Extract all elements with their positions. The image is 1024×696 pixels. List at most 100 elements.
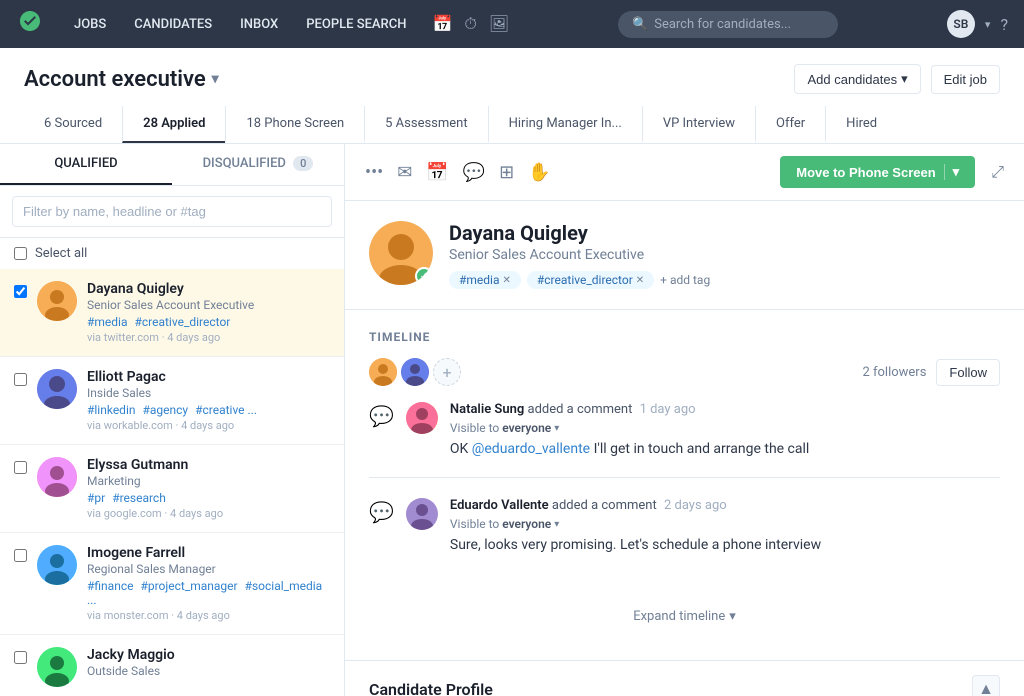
nav-people-search[interactable]: PEOPLE SEARCH xyxy=(296,11,416,38)
left-panel: QUALIFIED DISQUALIFIED 0 Select all xyxy=(0,144,345,696)
comment-visibility-eduardo: Visible to everyone ▾ xyxy=(450,517,1000,531)
candidate-profile-section: Candidate Profile ▲ xyxy=(345,660,1024,696)
calendar-nav-icon[interactable]: 📅 xyxy=(432,14,452,34)
email-icon[interactable]: ✉ xyxy=(397,162,412,183)
filter-input[interactable] xyxy=(12,196,332,227)
tab-offer[interactable]: Offer xyxy=(755,106,825,143)
candidate-detail-name: Dayana Quigley xyxy=(449,221,1000,245)
candidate-info-elliott: Elliott Pagac Inside Sales #linkedin #ag… xyxy=(87,369,330,432)
candidate-name-elliott: Elliott Pagac xyxy=(87,369,330,385)
expand-timeline-caret-icon: ▾ xyxy=(729,609,736,624)
visibility-caret-icon-natalie[interactable]: ▾ xyxy=(554,423,559,434)
comment-author-natalie: Natalie Sung xyxy=(450,402,524,417)
candidate-name-elyssa: Elyssa Gutmann xyxy=(87,457,330,473)
select-all-checkbox[interactable] xyxy=(14,247,27,260)
candidate-tags-imogene: #finance #project_manager #social_media … xyxy=(87,579,330,607)
select-all-row: Select all xyxy=(0,238,344,269)
comment-text-eduardo: Sure, looks very promising. Let's schedu… xyxy=(450,537,1000,553)
candidate-title-jacky: Outside Sales xyxy=(87,664,330,678)
candidate-detail-header: ✓ Dayana Quigley Senior Sales Account Ex… xyxy=(345,201,1024,310)
candidate-tags-elliott: #linkedin #agency #creative ... xyxy=(87,403,330,417)
comment-author-eduardo: Eduardo Vallente xyxy=(450,498,549,513)
follower-avatar-1 xyxy=(369,358,397,386)
help-icon[interactable]: ? xyxy=(1000,15,1008,34)
nav-inbox[interactable]: INBOX xyxy=(230,11,288,38)
visibility-caret-icon-eduardo[interactable]: ▾ xyxy=(554,519,559,530)
title-caret-icon[interactable]: ▾ xyxy=(212,71,219,87)
profile-scroll-up-button[interactable]: ▲ xyxy=(972,675,1000,696)
add-follower-button[interactable]: + xyxy=(433,358,461,386)
tab-hiring-manager[interactable]: Hiring Manager In... xyxy=(488,106,642,143)
comment-time-natalie: 1 day ago xyxy=(640,402,696,417)
tab-hired[interactable]: Hired xyxy=(825,106,897,143)
remove-tag-media[interactable]: ✕ xyxy=(503,275,511,286)
candidate-item-jacky[interactable]: Jacky Maggio Outside Sales xyxy=(0,635,344,696)
disqualified-tab[interactable]: DISQUALIFIED 0 xyxy=(172,144,344,185)
candidate-source-elyssa: via google.com · 4 days ago xyxy=(87,507,330,520)
tab-sourced[interactable]: 6 Sourced xyxy=(24,106,122,143)
comment-avatar-eduardo xyxy=(406,498,438,530)
followers-avatars: + xyxy=(369,358,461,386)
visibility-scope-natalie: everyone xyxy=(502,421,551,435)
move-to-phone-screen-button[interactable]: Move to Phone Screen ▾ xyxy=(780,156,975,188)
candidate-avatar-dayana xyxy=(37,281,77,321)
comment-mention-natalie: @eduardo_vallente xyxy=(472,441,590,457)
tag-creative-director: #creative_director ✕ xyxy=(527,271,654,289)
remove-tag-creative-director[interactable]: ✕ xyxy=(636,275,644,286)
right-panel: ••• ✉ 📅 💬 ⊞ ✋ Move to Phone Screen ▾ ⤢ xyxy=(345,144,1024,696)
tab-phone-screen[interactable]: 18 Phone Screen xyxy=(225,106,364,143)
user-avatar[interactable]: SB xyxy=(947,10,975,38)
right-toolbar: ••• ✉ 📅 💬 ⊞ ✋ Move to Phone Screen ▾ ⤢ xyxy=(345,144,1024,201)
candidate-checkbox-dayana[interactable] xyxy=(14,285,27,298)
candidate-avatar-jacky xyxy=(37,647,77,687)
expand-panel-icon[interactable]: ⤢ xyxy=(991,162,1004,182)
user-caret-icon[interactable]: ▾ xyxy=(985,18,991,31)
candidate-item-imogene[interactable]: Imogene Farrell Regional Sales Manager #… xyxy=(0,533,344,635)
more-options-icon[interactable]: ••• xyxy=(365,162,383,183)
schedule-icon[interactable]: 📅 xyxy=(426,162,448,183)
scorecard-icon[interactable]: ⊞ xyxy=(499,162,514,183)
page-title: Account executive ▾ xyxy=(24,67,219,92)
candidate-avatar-imogene xyxy=(37,545,77,585)
logo-icon[interactable] xyxy=(16,7,44,41)
nav-candidates[interactable]: CANDIDATES xyxy=(124,11,222,38)
follow-button[interactable]: Follow xyxy=(936,359,1000,386)
candidate-checkbox-jacky[interactable] xyxy=(14,651,27,664)
edit-job-button[interactable]: Edit job xyxy=(931,65,1000,94)
candidate-item-elyssa[interactable]: Elyssa Gutmann Marketing #pr #research v… xyxy=(0,445,344,533)
candidate-source-elliott: via workable.com · 4 days ago xyxy=(87,419,330,432)
visibility-scope-eduardo: everyone xyxy=(502,517,551,531)
tab-applied[interactable]: 28 Applied xyxy=(122,106,225,143)
candidate-detail-info: Dayana Quigley Senior Sales Account Exec… xyxy=(449,221,1000,289)
add-tag-button[interactable]: + add tag xyxy=(660,273,710,287)
candidate-checkbox-imogene[interactable] xyxy=(14,549,27,562)
disqualify-icon[interactable]: ✋ xyxy=(528,162,550,183)
candidate-tags-dayana: #media #creative_director xyxy=(87,315,330,329)
comment-natalie: 💬 Natalie Sung added a comment 1 day ago xyxy=(369,402,1000,478)
verified-badge: ✓ xyxy=(415,267,433,285)
image-nav-icon[interactable]: 🖼 xyxy=(489,14,509,34)
add-candidates-button[interactable]: Add candidates ▾ xyxy=(794,64,920,94)
candidate-checkbox-elliott[interactable] xyxy=(14,373,27,386)
candidate-avatar-elliott xyxy=(37,369,77,409)
pipeline-tabs: 6 Sourced 28 Applied 18 Phone Screen 5 A… xyxy=(24,106,1000,143)
add-caret-icon: ▾ xyxy=(901,71,908,87)
candidate-item-elliott[interactable]: Elliott Pagac Inside Sales #linkedin #ag… xyxy=(0,357,344,445)
expand-timeline-button[interactable]: Expand timeline ▾ xyxy=(369,593,1000,640)
navigation: JOBS CANDIDATES INBOX PEOPLE SEARCH 📅 ⏱ … xyxy=(0,0,1024,48)
comment-text-natalie: OK @eduardo_vallente I'll get in touch a… xyxy=(450,441,1000,457)
search-box[interactable]: 🔍 Search for candidates... xyxy=(618,11,838,38)
page-header: Account executive ▾ Add candidates ▾ Edi… xyxy=(0,48,1024,144)
qualified-tab[interactable]: QUALIFIED xyxy=(0,144,172,185)
candidate-tags-elyssa: #pr #research xyxy=(87,491,330,505)
search-placeholder: Search for candidates... xyxy=(654,17,791,32)
tab-assessment[interactable]: 5 Assessment xyxy=(364,106,487,143)
clock-nav-icon[interactable]: ⏱ xyxy=(464,14,476,34)
search-icon: 🔍 xyxy=(632,17,648,32)
nav-jobs[interactable]: JOBS xyxy=(64,11,116,38)
tab-vp-interview[interactable]: VP Interview xyxy=(642,106,755,143)
candidate-name-jacky: Jacky Maggio xyxy=(87,647,330,663)
candidate-item-dayana[interactable]: Dayana Quigley Senior Sales Account Exec… xyxy=(0,269,344,357)
comment-icon[interactable]: 💬 xyxy=(463,162,485,183)
candidate-checkbox-elyssa[interactable] xyxy=(14,461,27,474)
